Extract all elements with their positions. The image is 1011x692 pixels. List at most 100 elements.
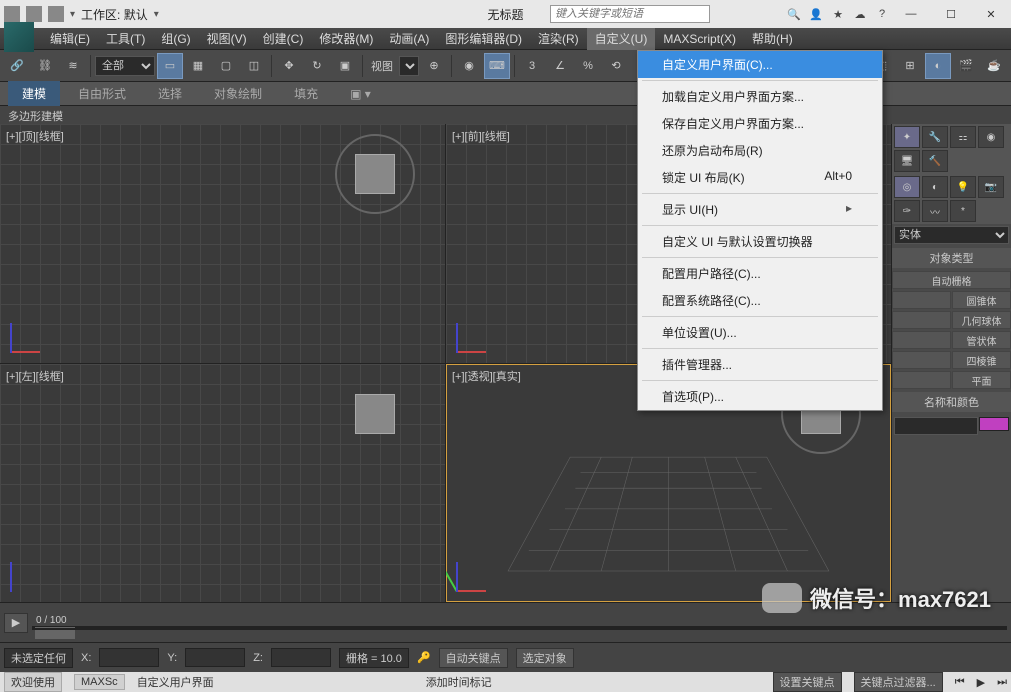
object-type-header[interactable]: 对象类型	[892, 248, 1011, 268]
next-key-icon[interactable]: ⏭	[997, 676, 1007, 689]
selected-objects-button[interactable]: 选定对象	[516, 648, 574, 668]
select-icon[interactable]: ▭	[157, 53, 183, 79]
manipulate-icon[interactable]: ◉	[456, 53, 482, 79]
app-logo[interactable]	[4, 22, 34, 52]
menu-save-ui-scheme[interactable]: 保存自定义用户界面方案...	[638, 110, 882, 137]
bind-icon[interactable]: ≋	[60, 53, 86, 79]
primitive-button[interactable]	[892, 351, 951, 369]
menu-revert-startup-layout[interactable]: 还原为启动布局(R)	[638, 137, 882, 164]
track-bar[interactable]	[32, 628, 1007, 630]
help-icon[interactable]: ?	[873, 5, 891, 23]
menu-rendering[interactable]: 渲染(R)	[530, 27, 587, 50]
chevron-down-icon[interactable]: ▾	[70, 9, 75, 20]
menu-show-ui[interactable]: 显示 UI(H)▸	[638, 196, 882, 223]
selection-filter[interactable]: 全部	[95, 56, 155, 76]
exchange-icon[interactable]: ☁	[851, 5, 869, 23]
lock-icon[interactable]: 🔑	[417, 651, 431, 664]
maxscript-tab[interactable]: MAXSc	[74, 674, 125, 690]
undo-icon[interactable]	[26, 6, 42, 22]
render-setup-icon[interactable]: 🎬	[953, 53, 979, 79]
y-input[interactable]	[185, 648, 245, 667]
object-color-swatch[interactable]	[979, 417, 1009, 431]
render-icon[interactable]: ☕	[981, 53, 1007, 79]
key-filters-button[interactable]: 关键点过滤器...	[854, 672, 943, 692]
redo-icon[interactable]	[48, 6, 64, 22]
setkey-button[interactable]: 设置关键点	[773, 672, 842, 692]
primitive-button[interactable]	[892, 371, 951, 389]
geometry-icon[interactable]: ◎	[894, 176, 920, 198]
ribbon-tab-populate[interactable]: 填充	[280, 81, 332, 106]
viewcube[interactable]	[345, 384, 405, 444]
primitive-button[interactable]	[892, 311, 951, 329]
object-name-input[interactable]	[894, 417, 978, 435]
window-crossing-icon[interactable]: ◫	[241, 53, 267, 79]
select-by-name-icon[interactable]: ▦	[185, 53, 211, 79]
play-icon[interactable]: ▶	[4, 613, 28, 633]
viewport-left[interactable]: [+][左][线框]	[0, 364, 445, 603]
menu-views[interactable]: 视图(V)	[199, 27, 255, 50]
viewcube[interactable]	[345, 144, 405, 204]
ribbon-tab-freeform[interactable]: 自由形式	[64, 81, 140, 106]
menu-animation[interactable]: 动画(A)	[381, 27, 437, 50]
systems-icon[interactable]: *	[950, 200, 976, 222]
minimize-button[interactable]: —	[891, 0, 931, 28]
workspace-label[interactable]: 工作区: 默认	[81, 6, 148, 23]
menu-edit[interactable]: 编辑(E)	[42, 27, 98, 50]
create-tab-icon[interactable]: ✦	[894, 126, 920, 148]
signin-icon[interactable]: 👤	[807, 5, 825, 23]
menu-lock-ui-layout[interactable]: 锁定 UI 布局(K)Alt+0	[638, 164, 882, 191]
subcategory-select[interactable]: 实体	[894, 226, 1009, 244]
autokey-button[interactable]: 自动关键点	[439, 648, 508, 668]
unlink-icon[interactable]: ⛓	[32, 53, 58, 79]
hierarchy-tab-icon[interactable]: ⚏	[950, 126, 976, 148]
utilities-tab-icon[interactable]: 🔨	[922, 150, 948, 172]
rotate-icon[interactable]: ↻	[304, 53, 330, 79]
maximize-button[interactable]: ☐	[931, 0, 971, 28]
play-icon[interactable]: ▶	[977, 676, 985, 689]
spacewarps-icon[interactable]: 〰	[922, 200, 948, 222]
menu-configure-system-paths[interactable]: 配置系统路径(C)...	[638, 287, 882, 314]
keyboard-shortcut-icon[interactable]: ⌨	[484, 53, 510, 79]
search-input[interactable]	[550, 5, 710, 23]
lights-icon[interactable]: 💡	[950, 176, 976, 198]
save-icon[interactable]	[4, 6, 20, 22]
x-input[interactable]	[99, 648, 159, 667]
ribbon-tab-modeling[interactable]: 建模	[8, 81, 60, 106]
menu-preferences[interactable]: 首选项(P)...	[638, 383, 882, 410]
menu-plugin-manager[interactable]: 插件管理器...	[638, 351, 882, 378]
hint-add-time-tag[interactable]: 添加时间标记	[426, 674, 492, 690]
z-input[interactable]	[271, 648, 331, 667]
menu-custom-defaults[interactable]: 自定义 UI 与默认设置切换器	[638, 228, 882, 255]
primitive-button[interactable]	[892, 291, 951, 309]
link-icon[interactable]: 🔗	[4, 53, 30, 79]
percent-snap-icon[interactable]: %	[575, 53, 601, 79]
primitive-button[interactable]	[892, 331, 951, 349]
chevron-down-icon[interactable]: ▾	[154, 9, 159, 20]
shapes-icon[interactable]: ◐	[922, 176, 948, 198]
name-color-header[interactable]: 名称和颜色	[892, 392, 1011, 412]
search-icon[interactable]: 🔍	[785, 5, 803, 23]
primitive-cone[interactable]: 圆锥体	[952, 291, 1011, 309]
menu-customize[interactable]: 自定义(U)	[587, 27, 656, 50]
helpers-icon[interactable]: ✑	[894, 200, 920, 222]
menu-maxscript[interactable]: MAXScript(X)	[655, 29, 744, 49]
snap-icon[interactable]: 3	[519, 53, 545, 79]
ribbon-collapse-icon[interactable]: ▣ ▾	[336, 83, 385, 105]
ribbon-tab-object-paint[interactable]: 对象绘制	[200, 81, 276, 106]
primitive-tube[interactable]: 管状体	[952, 331, 1011, 349]
menu-configure-user-paths[interactable]: 配置用户路径(C)...	[638, 260, 882, 287]
primitive-plane[interactable]: 平面	[952, 371, 1011, 389]
primitive-pyramid[interactable]: 四棱锥	[952, 351, 1011, 369]
menu-tools[interactable]: 工具(T)	[98, 27, 153, 50]
close-button[interactable]: ✕	[971, 0, 1011, 28]
pivot-icon[interactable]: ⊕	[421, 53, 447, 79]
display-tab-icon[interactable]: 🖥	[894, 150, 920, 172]
ribbon-tab-selection[interactable]: 选择	[144, 81, 196, 106]
move-icon[interactable]: ✥	[276, 53, 302, 79]
cameras-icon[interactable]: 📷	[978, 176, 1004, 198]
menu-help[interactable]: 帮助(H)	[744, 27, 801, 50]
motion-tab-icon[interactable]: ◉	[978, 126, 1004, 148]
menu-units-setup[interactable]: 单位设置(U)...	[638, 319, 882, 346]
welcome-tab[interactable]: 欢迎使用	[4, 672, 62, 692]
rect-select-icon[interactable]: ▢	[213, 53, 239, 79]
